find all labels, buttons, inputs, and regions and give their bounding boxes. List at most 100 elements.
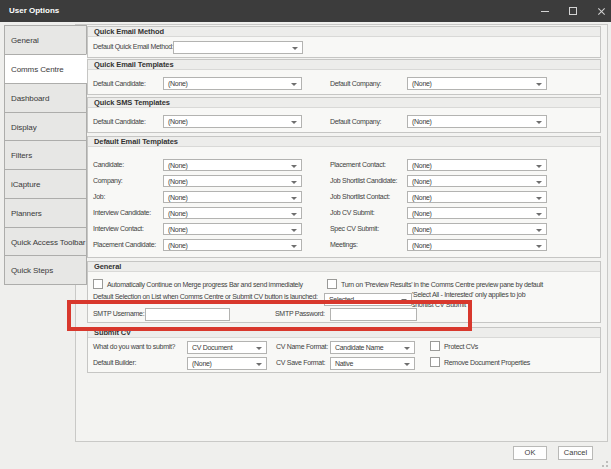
placement-candidate-select[interactable]: (None) bbox=[163, 239, 302, 251]
dropdown-arrow-icon bbox=[291, 229, 297, 232]
default-quick-email-method-label: Default Quick Email Method: bbox=[93, 43, 174, 50]
sidebar-item-comms-centre[interactable]: Comms Centre bbox=[4, 54, 87, 84]
sidebar-item-display[interactable]: Display bbox=[4, 112, 87, 142]
sidebar-item-quick-access-toolbar[interactable]: Quick Access Toolbar bbox=[4, 227, 87, 257]
protect-cvs-label: Protect CVs bbox=[444, 343, 478, 350]
window-title: User Options bbox=[9, 6, 59, 15]
what-to-submit-select[interactable]: CV Document bbox=[187, 341, 267, 354]
default-builder-label: Default Builder: bbox=[93, 359, 136, 366]
dropdown-arrow-icon bbox=[536, 213, 542, 216]
job-shortlist-contact-label: Job Shortlist Contact: bbox=[330, 193, 390, 200]
dropdown-arrow-icon bbox=[536, 245, 542, 248]
group-quick-email-method: Quick Email Method Default Quick Email M… bbox=[87, 26, 601, 58]
meetings-label: Meetings: bbox=[330, 241, 358, 248]
what-to-submit-label: What do you want to submit? bbox=[93, 343, 175, 350]
quick-email-default-company-select[interactable]: (None) bbox=[407, 77, 547, 90]
candidate-label: Candidate: bbox=[93, 161, 124, 168]
group-submit-cv: Submit CV What do you want to submit? CV… bbox=[87, 327, 601, 373]
remove-doc-props-checkbox[interactable] bbox=[430, 357, 440, 367]
combo-value: (None) bbox=[168, 194, 188, 201]
group-header-default-email-templates: Default Email Templates bbox=[88, 137, 600, 147]
sidebar-item-filters[interactable]: Filters bbox=[4, 140, 87, 170]
sidebar-item-label: Quick Steps bbox=[11, 266, 53, 275]
dropdown-arrow-icon bbox=[256, 363, 262, 366]
candidate-select[interactable]: (None) bbox=[163, 159, 302, 171]
placement-candidate-label: Placement Candidate: bbox=[93, 241, 156, 248]
spec-cv-submit-label: Spec CV Submit: bbox=[330, 225, 379, 232]
minimize-icon bbox=[541, 11, 549, 12]
combo-value: (None) bbox=[412, 80, 432, 87]
dropdown-arrow-icon bbox=[291, 213, 297, 216]
ok-button[interactable]: OK bbox=[513, 446, 547, 460]
quick-email-default-candidate-select[interactable]: (None) bbox=[163, 77, 302, 90]
default-company-label: Default Company: bbox=[330, 118, 381, 125]
maximize-icon bbox=[569, 7, 577, 15]
cv-name-format-label: CV Name Format: bbox=[276, 343, 328, 350]
dropdown-arrow-icon bbox=[256, 347, 262, 350]
minimize-button[interactable] bbox=[536, 0, 554, 22]
company-select[interactable]: (None) bbox=[163, 175, 302, 187]
sidebar-item-icapture[interactable]: iCapture bbox=[4, 169, 87, 199]
sidebar-item-label: Planners bbox=[11, 209, 42, 218]
quick-sms-default-candidate-select[interactable]: (None) bbox=[163, 115, 302, 128]
default-builder-select[interactable]: (None) bbox=[187, 357, 267, 370]
interview-candidate-select[interactable]: (None) bbox=[163, 207, 302, 219]
interview-contact-select[interactable]: (None) bbox=[163, 223, 302, 235]
dropdown-arrow-icon bbox=[292, 47, 298, 50]
sidebar-item-dashboard[interactable]: Dashboard bbox=[4, 83, 87, 113]
default-candidate-label: Default Candidate: bbox=[93, 80, 146, 87]
protect-cvs-checkbox[interactable] bbox=[430, 341, 440, 351]
sidebar-item-label: Filters bbox=[11, 151, 32, 160]
combo-value: (None) bbox=[412, 242, 432, 249]
auto-continue-checkbox[interactable] bbox=[93, 279, 103, 289]
sidebar-item-label: Display bbox=[11, 123, 37, 132]
group-header-quick-sms-templates: Quick SMS Templates bbox=[88, 98, 600, 108]
job-shortlist-contact-select[interactable]: (None) bbox=[407, 191, 547, 203]
job-label: Job: bbox=[93, 193, 105, 200]
spec-cv-submit-select[interactable]: (None) bbox=[407, 223, 547, 235]
sidebar-item-label: General bbox=[11, 36, 39, 45]
placement-contact-label: Placement Contact: bbox=[330, 161, 386, 168]
combo-value: (None) bbox=[168, 242, 188, 249]
cv-name-format-select[interactable]: Candidate Name bbox=[330, 341, 415, 354]
combo-value: (None) bbox=[412, 226, 432, 233]
dropdown-arrow-icon bbox=[536, 165, 542, 168]
group-header-general: General bbox=[88, 262, 600, 272]
content-panel: Quick Email Method Default Quick Email M… bbox=[75, 24, 608, 442]
dropdown-arrow-icon bbox=[536, 197, 542, 200]
dropdown-arrow-icon bbox=[291, 197, 297, 200]
combo-value: (None) bbox=[168, 210, 188, 217]
preview-results-checkbox[interactable] bbox=[327, 279, 337, 289]
combo-value: (None) bbox=[168, 80, 188, 87]
group-quick-sms-templates: Quick SMS Templates Default Candidate: (… bbox=[87, 97, 601, 133]
combo-value: (None) bbox=[168, 162, 188, 169]
job-shortlist-candidate-select[interactable]: (None) bbox=[407, 175, 547, 187]
dropdown-arrow-icon bbox=[536, 83, 542, 86]
job-select[interactable]: (None) bbox=[163, 191, 302, 203]
placement-contact-select[interactable]: (None) bbox=[407, 159, 547, 171]
sidebar-item-general[interactable]: General bbox=[4, 25, 87, 55]
dropdown-arrow-icon bbox=[536, 181, 542, 184]
sidebar-item-quick-steps[interactable]: Quick Steps bbox=[4, 255, 87, 285]
maximize-button[interactable] bbox=[564, 0, 582, 22]
combo-value: CV Document bbox=[192, 344, 232, 351]
interview-contact-label: Interview Contact: bbox=[93, 225, 144, 232]
default-candidate-label: Default Candidate: bbox=[93, 118, 146, 125]
group-header-quick-email-templates: Quick Email Templates bbox=[88, 60, 600, 70]
sidebar-item-label: Quick Access Toolbar bbox=[11, 238, 85, 247]
dropdown-arrow-icon bbox=[291, 245, 297, 248]
resize-grip[interactable] bbox=[600, 461, 608, 469]
combo-value: Candidate Name bbox=[335, 344, 383, 351]
default-quick-email-method-select[interactable] bbox=[173, 41, 303, 54]
meetings-select[interactable]: (None) bbox=[407, 239, 547, 251]
sidebar-item-planners[interactable]: Planners bbox=[4, 198, 87, 228]
job-cv-submit-select[interactable]: (None) bbox=[407, 207, 547, 219]
cv-save-format-label: CV Save Format: bbox=[276, 359, 325, 366]
quick-sms-default-company-select[interactable]: (None) bbox=[407, 115, 547, 128]
cancel-button[interactable]: Cancel bbox=[558, 446, 593, 460]
combo-value: Native bbox=[335, 360, 353, 367]
close-button[interactable] bbox=[592, 0, 610, 22]
combo-value: (None) bbox=[412, 162, 432, 169]
title-bar: User Options bbox=[0, 0, 611, 22]
cv-save-format-select[interactable]: Native bbox=[330, 357, 415, 370]
